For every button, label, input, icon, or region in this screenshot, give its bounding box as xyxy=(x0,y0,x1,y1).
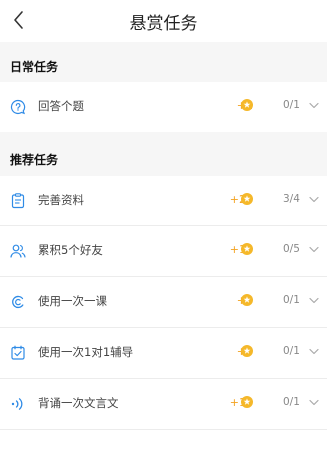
daily-section-title: 日常任务 xyxy=(10,60,59,74)
task-progress: 0/1 xyxy=(283,396,300,408)
tutor-icon xyxy=(11,345,25,360)
task-label: 回答个题 xyxy=(38,99,84,113)
chevron-down-icon[interactable] xyxy=(309,297,319,304)
coin-icon xyxy=(241,345,253,357)
daily-section-header: 日常任务 xyxy=(0,42,327,82)
task-progress: 0/1 xyxy=(283,345,300,357)
header: 悬赏任务 xyxy=(0,0,327,42)
recommended-section-header: 推荐任务 xyxy=(0,132,327,176)
task-row-use-lesson[interactable]: 使用一次一课 +5 0/1 xyxy=(0,277,327,327)
chevron-down-icon[interactable] xyxy=(309,348,319,355)
course-icon xyxy=(12,295,24,309)
recommended-section-title: 推荐任务 xyxy=(10,153,59,167)
task-progress: 0/1 xyxy=(283,99,300,111)
document-icon xyxy=(11,193,25,209)
coin-icon xyxy=(241,396,253,408)
task-label: 累积5个好友 xyxy=(38,243,103,257)
task-row-complete-profile[interactable]: 完善资料 +25 3/4 xyxy=(0,176,327,226)
coin-icon xyxy=(241,193,253,205)
task-progress: 3/4 xyxy=(283,193,300,205)
chevron-down-icon[interactable] xyxy=(309,399,319,406)
task-row-answer-question[interactable]: 回答个题 +1 0/1 xyxy=(0,82,327,132)
task-row-invite-friends[interactable]: 累积5个好友 +10 0/5 xyxy=(0,226,327,276)
task-row-one-on-one-tutoring[interactable]: 使用一次1对1辅导 +5 0/1 xyxy=(0,328,327,378)
chevron-down-icon[interactable] xyxy=(309,246,319,253)
users-icon xyxy=(10,244,26,258)
coin-icon xyxy=(241,243,253,255)
task-label: 背诵一次文言文 xyxy=(38,396,119,410)
coin-icon xyxy=(241,294,253,306)
divider xyxy=(0,429,327,430)
coin-icon xyxy=(241,99,253,111)
task-progress: 0/5 xyxy=(283,243,300,255)
task-label: 使用一次1对1辅导 xyxy=(38,345,134,359)
task-row-recite-classical-text[interactable]: 背诵一次文言文 +10 0/1 xyxy=(0,379,327,429)
chevron-down-icon[interactable] xyxy=(309,196,319,203)
task-label: 完善资料 xyxy=(38,193,84,207)
task-label: 使用一次一课 xyxy=(38,294,107,308)
page-title: 悬赏任务 xyxy=(129,14,198,34)
chevron-down-icon[interactable] xyxy=(309,102,319,109)
sound-icon xyxy=(11,398,23,410)
question-circle-icon xyxy=(10,99,26,115)
task-progress: 0/1 xyxy=(283,294,300,306)
